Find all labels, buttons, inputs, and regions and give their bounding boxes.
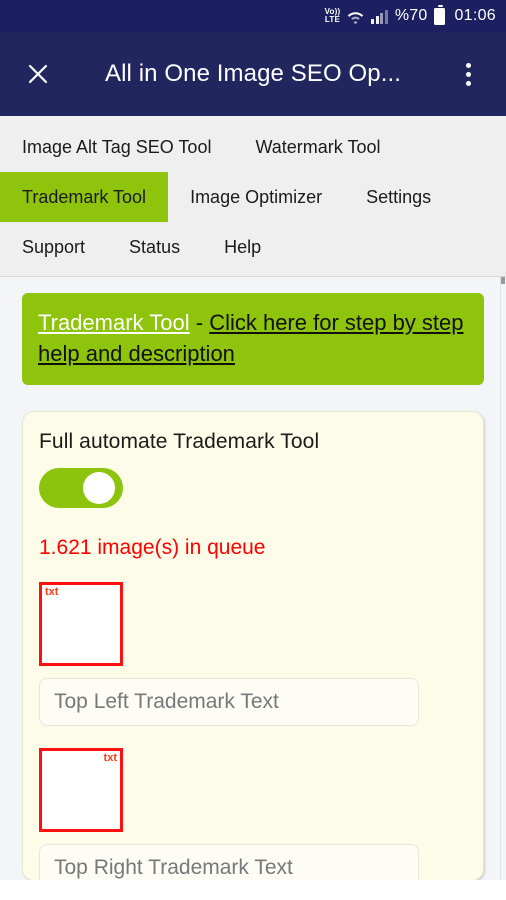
help-banner-separator: - <box>189 310 210 335</box>
nav-item-support[interactable]: Support <box>0 222 107 272</box>
full-automate-toggle[interactable] <box>39 468 123 508</box>
top-right-position-indicator-icon: txt <box>39 748 123 832</box>
top-left-position-tag: txt <box>45 586 59 598</box>
status-bar: Vo)) LTE %70 01:06 <box>0 0 506 32</box>
volte-icon-bottom: LTE <box>324 15 340 24</box>
nav-item-image-optimizer[interactable]: Image Optimizer <box>168 172 344 222</box>
card-title: Full automate Trademark Tool <box>39 430 320 453</box>
nav-row-3: Support Status Help <box>0 222 506 272</box>
signal-bars-icon <box>371 9 388 24</box>
wifi-icon <box>347 9 364 24</box>
help-banner[interactable]: Trademark Tool - Click here for step by … <box>22 293 484 385</box>
battery-icon <box>434 4 446 25</box>
trademark-tool-card: Full automate Trademark Tool 1.621 image… <box>22 411 484 880</box>
battery-percent-label: %70 <box>394 7 428 24</box>
nav-item-status[interactable]: Status <box>107 222 202 272</box>
top-right-trademark-input[interactable] <box>54 856 404 880</box>
top-right-trademark-field[interactable] <box>39 844 419 880</box>
top-right-position-tag: txt <box>103 752 117 764</box>
overflow-menu-icon[interactable] <box>446 52 490 96</box>
toggle-knob <box>83 472 115 504</box>
page-title: All in One Image SEO Op... <box>104 60 402 87</box>
nav-item-image-alt-tag-seo-tool[interactable]: Image Alt Tag SEO Tool <box>0 122 233 172</box>
queue-status-label: 1.621 image(s) in queue <box>39 536 266 559</box>
top-left-trademark-input[interactable] <box>54 690 404 714</box>
help-banner-primary-link[interactable]: Trademark Tool <box>38 310 190 335</box>
clock-label: 01:06 <box>454 7 496 24</box>
top-left-position-indicator-icon: txt <box>39 582 123 666</box>
vertical-scrollbar[interactable] <box>500 277 506 880</box>
nav-row-2: Trademark Tool Image Optimizer Settings <box>0 172 506 222</box>
top-left-trademark-field[interactable] <box>39 678 419 726</box>
nav-row-1: Image Alt Tag SEO Tool Watermark Tool <box>0 122 506 172</box>
app-bar: All in One Image SEO Op... <box>0 32 506 116</box>
nav-item-settings[interactable]: Settings <box>344 172 453 222</box>
nav-menu: Image Alt Tag SEO Tool Watermark Tool Tr… <box>0 116 506 276</box>
nav-item-trademark-tool[interactable]: Trademark Tool <box>0 172 169 222</box>
page-content: Trademark Tool - Click here for step by … <box>0 276 506 880</box>
scrollbar-thumb[interactable] <box>501 277 505 284</box>
nav-item-watermark-tool[interactable]: Watermark Tool <box>233 122 402 172</box>
close-icon[interactable] <box>16 52 60 96</box>
volte-icon: Vo)) LTE <box>324 7 341 25</box>
nav-item-help[interactable]: Help <box>202 222 283 272</box>
